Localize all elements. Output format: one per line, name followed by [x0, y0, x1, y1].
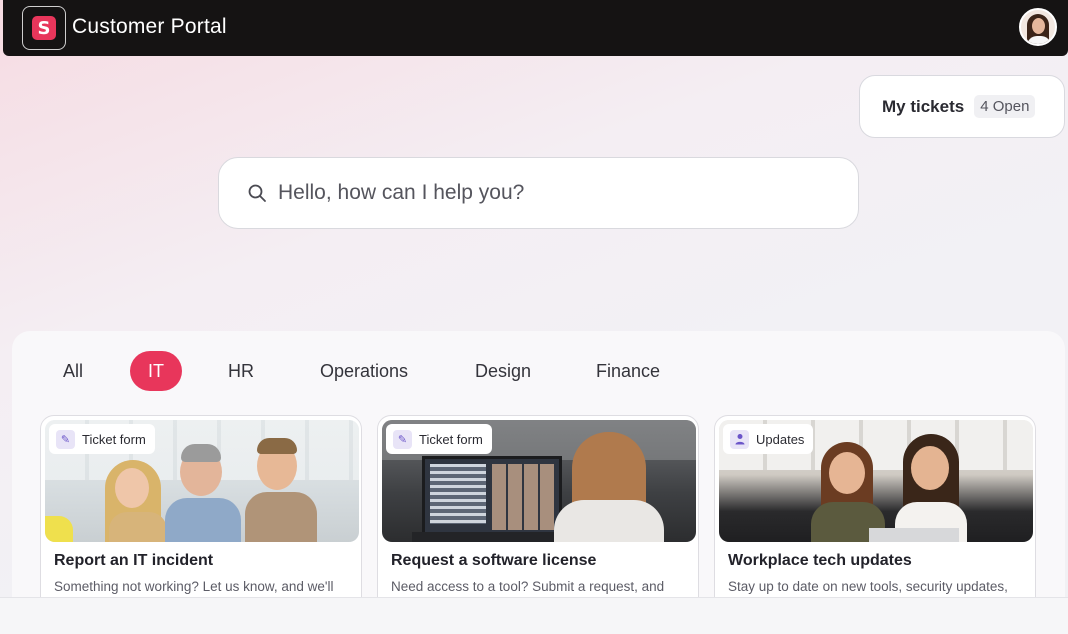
catalog-panel: All IT HR Operations Design Finance ✎ Ti… [12, 331, 1065, 611]
person-icon [730, 429, 749, 449]
tab-design[interactable]: Design [464, 351, 542, 391]
card-description: Stay up to date on new tools, security u… [728, 579, 1008, 594]
search-bar[interactable] [218, 157, 859, 229]
badge-label: Ticket form [419, 431, 483, 447]
bottom-strip [0, 597, 1068, 634]
tab-all[interactable]: All [52, 351, 94, 391]
card-badge: ✎ Ticket form [386, 424, 492, 454]
open-tickets-badge: 4 Open [974, 95, 1036, 118]
tab-operations[interactable]: Operations [308, 351, 420, 391]
badge-label: Updates [756, 431, 805, 447]
card-description: Need access to a tool? Submit a request,… [391, 579, 665, 594]
search-input[interactable] [278, 181, 838, 205]
avatar-face [1032, 18, 1045, 34]
card-badge: Updates [723, 424, 814, 454]
card-title: Workplace tech updates [728, 552, 912, 569]
category-tabs: All IT HR Operations Design Finance [12, 351, 1065, 391]
person-icon-svg [735, 434, 744, 445]
card-title: Report an IT incident [54, 552, 214, 569]
my-tickets-button[interactable]: My tickets 4 Open [859, 75, 1065, 138]
card-request-software-license[interactable]: ✎ Ticket form Request a software license… [377, 415, 699, 611]
card-badge: ✎ Ticket form [49, 424, 155, 454]
logo-icon: S [32, 16, 56, 40]
card-workplace-tech-updates[interactable]: Updates Workplace tech updates Stay up t… [714, 415, 1036, 611]
tab-finance[interactable]: Finance [586, 351, 670, 391]
tab-it[interactable]: IT [130, 351, 182, 391]
search-icon [248, 184, 266, 202]
card-report-it-incident[interactable]: ✎ Ticket form Report an IT incident Some… [40, 415, 362, 611]
card-description: Something not working? Let us know, and … [54, 579, 334, 594]
top-bar: S Customer Portal [3, 0, 1068, 56]
avatar-shirt [1027, 36, 1051, 44]
tab-hr[interactable]: HR [217, 351, 265, 391]
form-icon: ✎ [56, 429, 75, 449]
logo[interactable]: S [22, 6, 66, 50]
form-icon: ✎ [393, 429, 412, 449]
page-title: Customer Portal [72, 15, 227, 38]
avatar[interactable] [1019, 8, 1057, 46]
card-title: Request a software license [391, 552, 597, 569]
badge-label: Ticket form [82, 431, 146, 447]
my-tickets-label: My tickets [882, 96, 965, 116]
